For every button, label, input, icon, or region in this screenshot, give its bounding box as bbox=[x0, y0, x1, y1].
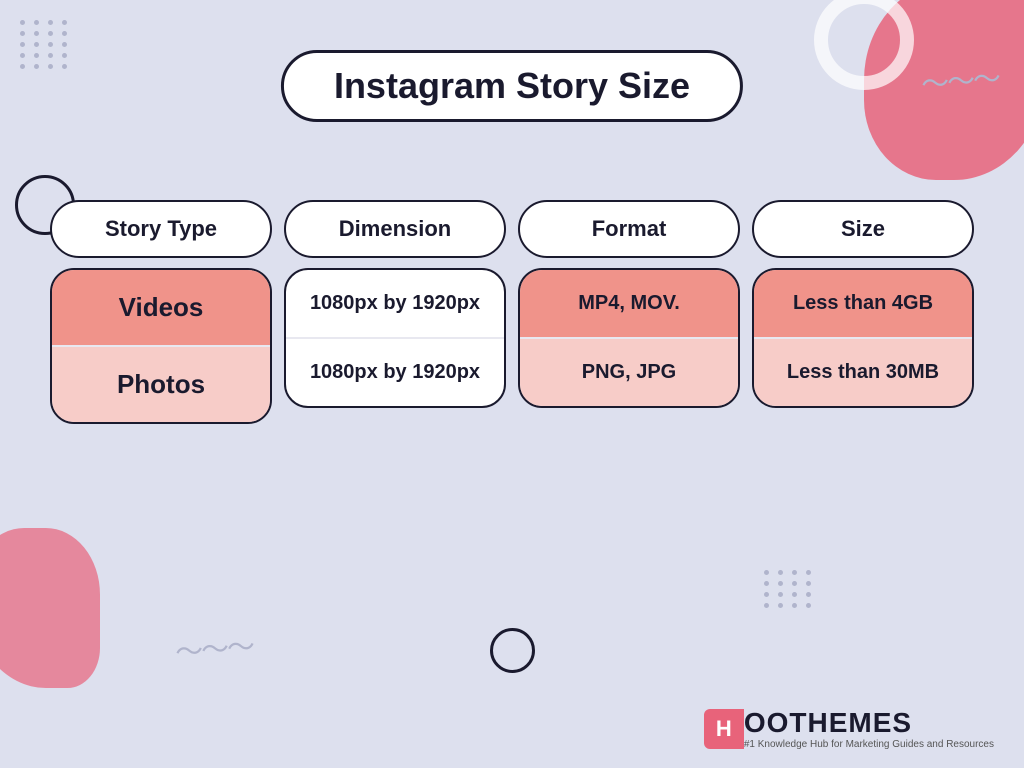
row-videos-size: Less than 4GB bbox=[754, 270, 972, 339]
data-card-format: MP4, MOV. PNG, JPG bbox=[518, 268, 740, 408]
data-card-size: Less than 4GB Less than 30MB bbox=[752, 268, 974, 408]
row-photos-size: Less than 30MB bbox=[754, 339, 972, 406]
blob-decoration-bottom-left bbox=[0, 528, 100, 688]
brand-name: OOTHEMES bbox=[744, 707, 994, 739]
page-title: Instagram Story Size bbox=[334, 65, 690, 106]
branding-container: H OOTHEMES #1 Knowledge Hub for Marketin… bbox=[704, 707, 994, 750]
row-videos-dimension: 1080px by 1920px bbox=[286, 270, 504, 339]
wavy-decoration-bottom-left: 〜〜〜 bbox=[173, 625, 254, 672]
brand-text-container: OOTHEMES #1 Knowledge Hub for Marketing … bbox=[744, 707, 994, 750]
data-table: Story Type Videos Photos Dimension 1080p… bbox=[50, 200, 974, 424]
row-photos-format: PNG, JPG bbox=[520, 339, 738, 406]
dots-decoration-bottom-right bbox=[764, 570, 814, 608]
dots-decoration-top-left bbox=[20, 20, 70, 69]
row-videos-story: Videos bbox=[52, 270, 270, 347]
column-size: Size Less than 4GB Less than 30MB bbox=[752, 200, 974, 424]
data-card-story-type: Videos Photos bbox=[50, 268, 272, 424]
column-format: Format MP4, MOV. PNG, JPG bbox=[518, 200, 740, 424]
brand-icon: H bbox=[704, 709, 744, 749]
header-dimension: Dimension bbox=[284, 200, 506, 258]
row-videos-format: MP4, MOV. bbox=[520, 270, 738, 339]
header-story-type: Story Type bbox=[50, 200, 272, 258]
row-photos-story: Photos bbox=[52, 347, 270, 422]
column-dimension: Dimension 1080px by 1920px 1080px by 192… bbox=[284, 200, 506, 424]
data-card-dimension: 1080px by 1920px 1080px by 1920px bbox=[284, 268, 506, 408]
header-format: Format bbox=[518, 200, 740, 258]
header-size: Size bbox=[752, 200, 974, 258]
brand-logo: H OOTHEMES #1 Knowledge Hub for Marketin… bbox=[704, 707, 994, 750]
row-photos-dimension: 1080px by 1920px bbox=[286, 339, 504, 406]
wavy-decoration-top-right: 〜〜〜 bbox=[919, 57, 1000, 104]
column-story-type: Story Type Videos Photos bbox=[50, 200, 272, 424]
circle-decoration-bottom-center bbox=[490, 628, 535, 673]
page-title-container: Instagram Story Size bbox=[281, 50, 743, 122]
brand-tagline: #1 Knowledge Hub for Marketing Guides an… bbox=[744, 739, 994, 750]
